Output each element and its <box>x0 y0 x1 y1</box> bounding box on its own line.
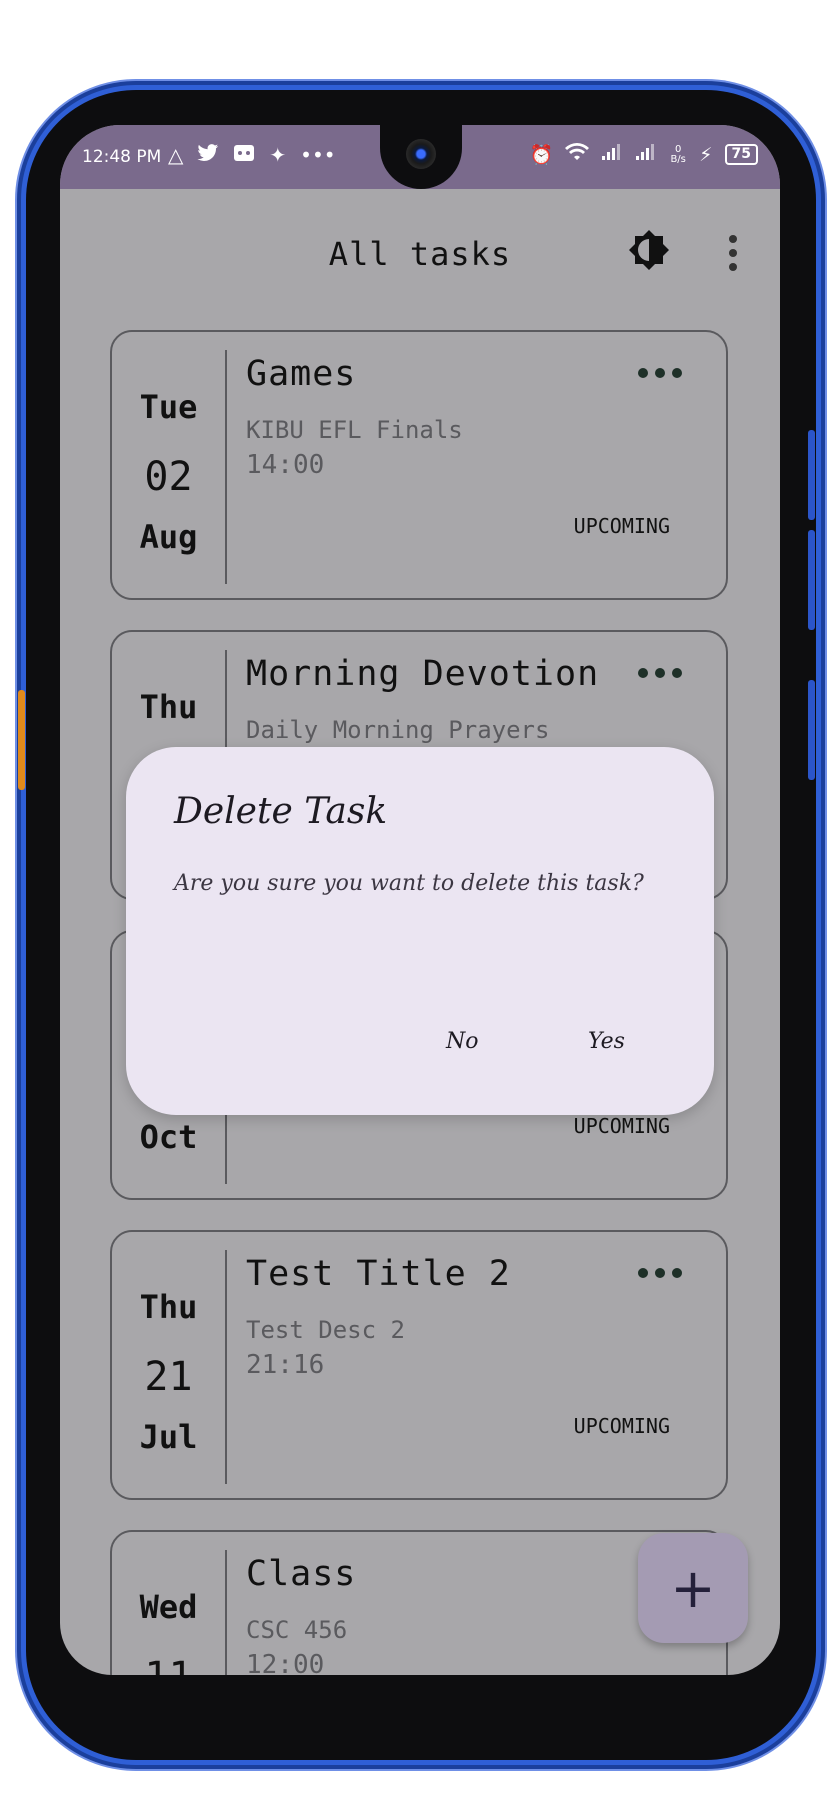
power-button <box>808 680 815 780</box>
dialog-message: Are you sure you want to delete this tas… <box>174 871 644 896</box>
yes-button[interactable]: Yes <box>578 1023 635 1060</box>
side-key <box>18 690 25 790</box>
delete-task-dialog: Delete Task Are you sure you want to del… <box>126 747 714 1115</box>
dialog-title: Delete Task <box>174 791 388 832</box>
volume-button <box>808 530 815 630</box>
no-button[interactable]: No <box>436 1023 489 1060</box>
plus-icon: + <box>670 1557 716 1620</box>
volume-button <box>808 430 815 520</box>
add-task-button[interactable]: + <box>638 1533 748 1643</box>
app-screen: 12:48 PM △ ✦ ••• ⏰ 0 B/s ⚡ 75 All tasks … <box>60 125 780 1675</box>
